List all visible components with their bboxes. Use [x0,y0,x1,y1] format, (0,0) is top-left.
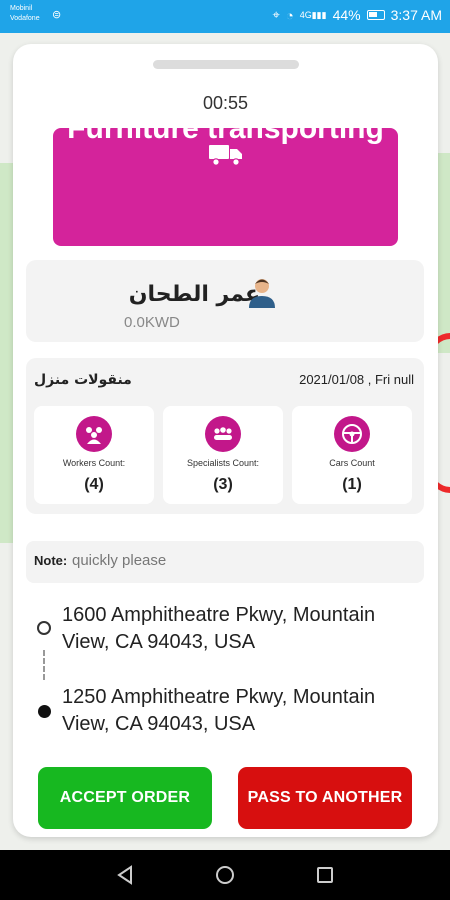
client-name: عمر الطحان [128,282,260,307]
status-icons: ⌖ ◔ 4G▮▮▮ 44% 3:37 AM [273,7,442,23]
specialists-icon [205,416,241,452]
battery-icon [366,10,385,20]
pickup-address: 1600 Amphitheatre Pkwy, Mountain View, C… [62,604,376,653]
order-type: منقولات منزل [34,372,132,388]
note-text: quickly please [72,552,167,569]
workers-count-label: Workers Count: [62,458,126,468]
note-box: Note: quickly please [26,541,424,583]
client-card: عمر الطحان 0.0KWD [26,260,424,342]
order-date: 2021/01/08 , Fri null [299,372,414,387]
status-bar: Mobinil Vodafone ⊜ ⌖ ◔ 4G▮▮▮ 44% 3:37 AM [0,0,450,33]
cars-count-value: (1) [342,476,362,493]
clock: 3:37 AM [390,7,442,23]
carrier-line-2: Vodafone [10,15,40,22]
pickup-marker-icon [37,621,51,635]
workers-count-card: Workers Count: (4) [34,406,154,504]
map-road [0,163,14,543]
carrier-line-1: Mobinil [10,5,33,12]
dropoff-address: 1250 Amphitheatre Pkwy, Mountain View, C… [62,686,376,735]
location-icon: ⌖ [272,7,280,22]
recent-apps-icon[interactable] [313,863,337,887]
specialists-count-label: Specialists Count: [186,458,260,468]
workers-icon [76,416,112,452]
service-title: Furniture transporting [67,112,384,145]
workers-count-value: (4) [84,476,104,493]
drag-handle[interactable] [153,60,299,69]
steering-wheel-icon [334,416,370,452]
cars-count-label: Cars Count [329,458,375,468]
signal-icon: 4G▮▮▮ [299,9,327,20]
route-connector [43,650,45,680]
accept-order-button[interactable]: ACCEPT ORDER [38,767,212,829]
navigation-bar [0,850,450,900]
home-icon[interactable] [213,863,237,887]
pass-to-another-button[interactable]: PASS TO ANOTHER [238,767,412,829]
specialists-count-card: Specialists Count: (3) [163,406,283,504]
carrier-info: Mobinil Vodafone [10,4,40,24]
service-banner: Furniture transporting [53,112,398,246]
client-price: 0.0KWD [124,314,180,331]
dropoff-marker-icon [38,705,51,718]
avatar-icon [249,279,275,308]
wifi-icon: ◔ [285,7,294,23]
back-icon[interactable] [113,863,137,887]
note-label: Note: [34,553,68,568]
countdown-timer: 00:55 [202,93,249,113]
battery-text: 44% [332,7,361,23]
order-details: منقولات منزل 2021/01/08 , Fri null Worke… [26,358,424,514]
order-sheet: 00:55 Furniture transporting عمر الطحان … [13,44,438,837]
cars-count-card: Cars Count (1) [292,406,412,504]
specialists-count-value: (3) [213,476,233,493]
notification-icon: ⊜ [52,9,62,21]
